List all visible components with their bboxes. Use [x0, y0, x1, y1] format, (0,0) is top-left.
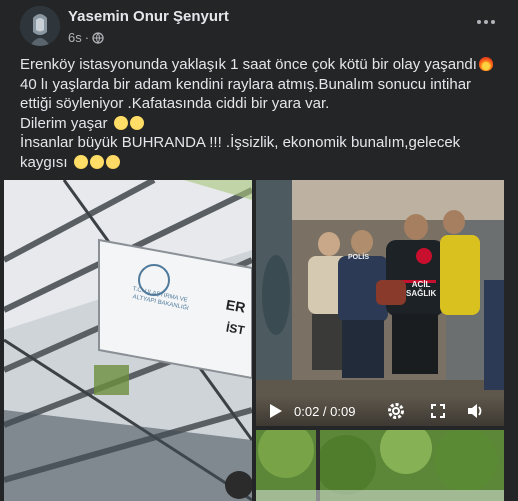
sign-station-name-part-2: İST [224, 320, 246, 338]
post-line-text: ettiği söyleniyor .Kafatasında ciddi bir… [20, 95, 330, 112]
post-line: kaygısı [20, 153, 505, 173]
heart-eyes-emoji-icon [105, 154, 120, 169]
dot [477, 20, 481, 24]
post-line: İnsanlar büyük BUHRANDA !!! .İşsizlik, e… [20, 133, 505, 153]
media-grid: T.C. ULAŞTIRMA VE ALTYAPI BAKANLIĞI ER İ… [0, 180, 518, 501]
video-controls: 0:02 / 0:09 [256, 396, 504, 426]
post-line: 40 lı yaşlarda bir adam kendini raylara … [20, 75, 505, 95]
avatar[interactable] [20, 6, 60, 46]
frustrated-face-emoji-icon [73, 154, 88, 169]
post-line-text: kaygısı [20, 153, 68, 171]
video-time-separator: / [319, 404, 331, 419]
post-line: Dilerim yaşar [20, 114, 505, 134]
post-text: Erenköy istasyonunda yaklaşık 1 saat önc… [20, 55, 505, 172]
sad-face-emoji-icon [89, 154, 104, 169]
ambulance-jacket-label: ACİL SAĞLIK [406, 280, 436, 298]
settings-icon[interactable] [386, 401, 406, 421]
post-line-text: İnsanlar büyük BUHRANDA !!! .İşsizlik, e… [20, 134, 461, 151]
jacket-line-2: SAĞLIK [406, 289, 437, 298]
sad-face-emoji-icon [113, 115, 128, 130]
globe-icon [92, 31, 104, 44]
trees-photo[interactable] [256, 430, 504, 501]
dot-separator: · [84, 30, 90, 45]
fire-emoji-icon [478, 57, 493, 71]
post-line: Erenköy istasyonunda yaklaşık 1 saat önc… [20, 55, 505, 75]
video-duration: 0:09 [330, 404, 356, 419]
video-current-time: 0:02 [294, 404, 320, 419]
avatar-image [20, 6, 60, 46]
station-photo-drawing [4, 180, 252, 501]
trees-photo-drawing [256, 430, 504, 501]
pensive-face-emoji-icon [129, 115, 144, 130]
post-time[interactable]: 6s [68, 30, 82, 45]
police-label: POLİS [348, 254, 370, 261]
video-frame [256, 180, 504, 426]
post-line-text: Erenköy istasyonunda yaklaşık 1 saat önc… [20, 56, 477, 73]
dot [491, 20, 495, 24]
post-header: Yasemin Onur Şenyurt 6s · [20, 6, 506, 50]
post-line: ettiği söyleniyor .Kafatasında ciddi bir… [20, 94, 505, 114]
sign-station-name-part-1: ER [224, 296, 247, 316]
volume-icon[interactable] [466, 401, 486, 421]
video-player[interactable]: POLİS ACİL SAĞLIK [256, 180, 504, 426]
fullscreen-icon[interactable] [428, 401, 448, 421]
post-line-text: 40 lı yaşlarda bir adam kendini raylara … [20, 75, 472, 93]
jacket-line-1: ACİL [411, 280, 431, 289]
dot [484, 20, 488, 24]
play-icon[interactable] [268, 403, 284, 419]
video-time: 0:02 / 0:09 [294, 404, 355, 419]
station-photo[interactable]: T.C. ULAŞTIRMA VE ALTYAPI BAKANLIĞI ER İ… [4, 180, 252, 501]
author-name[interactable]: Yasemin Onur Şenyurt [68, 8, 229, 25]
post-meta: 6s · [68, 30, 104, 45]
post-line-text: Dilerim yaşar [20, 114, 108, 132]
more-options-icon[interactable] [474, 10, 498, 34]
